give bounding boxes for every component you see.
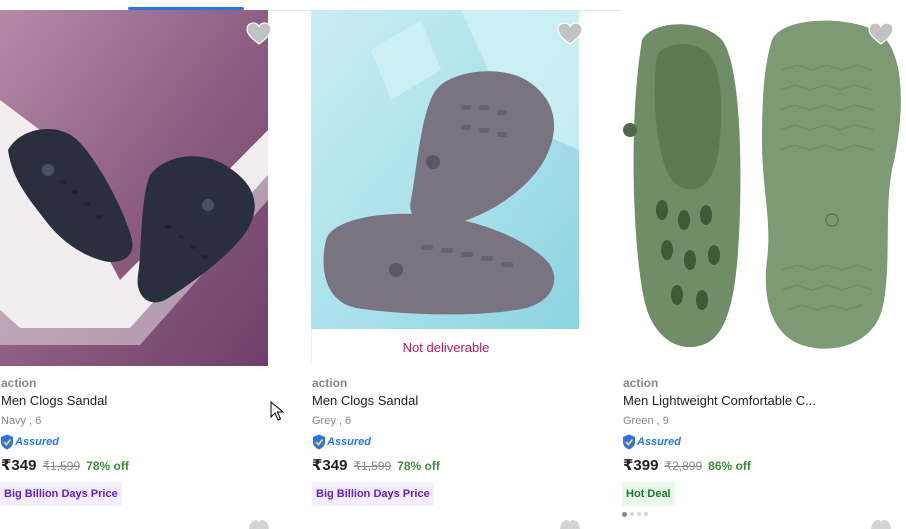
price-row: ₹399 ₹2,899 86% off [623, 456, 751, 474]
assured-shield-icon [1, 434, 13, 450]
product-grid: action Men Clogs Sandal Navy , 6 Assured… [0, 10, 906, 529]
green-clogs-image [622, 10, 906, 366]
original-price: ₹1,599 [42, 459, 81, 473]
product-title[interactable]: Men Clogs Sandal [1, 393, 285, 408]
assured-label: Assured [15, 436, 60, 448]
image-carousel-dots[interactable] [622, 512, 648, 517]
carousel-dot[interactable] [644, 512, 648, 516]
assured-badge: Assured [622, 434, 681, 450]
mouse-pointer-icon [270, 400, 285, 421]
grey-clogs-image [311, 10, 579, 329]
assured-badge: Assured [312, 434, 371, 450]
assured-label: Assured [637, 436, 682, 448]
product-image[interactable] [622, 10, 906, 366]
wishlist-heart-icon[interactable] [557, 22, 583, 46]
product-brand: action [1, 376, 37, 390]
original-price: ₹1,599 [353, 459, 392, 473]
product-brand: action [623, 376, 659, 390]
not-deliverable-label: Not deliverable [311, 329, 579, 366]
price-row: ₹349 ₹1,599 78% off [312, 456, 440, 474]
product-image[interactable]: Not deliverable [311, 10, 579, 366]
product-variant: Green , 9 [623, 415, 669, 427]
original-price: ₹2,899 [664, 459, 703, 473]
next-row-heart-icon [558, 517, 582, 529]
offer-tag: Big Billion Days Price [0, 482, 122, 506]
selling-price: ₹349 [312, 457, 348, 474]
assured-shield-icon [623, 434, 635, 450]
product-brand: action [312, 376, 348, 390]
next-row-heart-icon [247, 517, 271, 529]
selling-price: ₹349 [1, 457, 37, 474]
assured-label: Assured [327, 436, 372, 448]
product-card[interactable]: action Men Clogs Sandal Navy , 6 Assured… [0, 10, 290, 529]
next-row-heart-icon [869, 517, 893, 529]
product-card[interactable]: action Men Lightweight Comfortable C... … [622, 10, 906, 529]
carousel-dot[interactable] [622, 512, 627, 517]
product-image[interactable] [0, 10, 268, 366]
wishlist-heart-icon[interactable] [868, 22, 894, 46]
discount-percent: 78% off [397, 459, 440, 473]
price-row: ₹349 ₹1,599 78% off [1, 456, 129, 474]
wishlist-heart-icon[interactable] [246, 22, 272, 46]
navy-clogs-image [0, 10, 268, 366]
selling-price: ₹399 [623, 457, 659, 474]
product-title[interactable]: Men Clogs Sandal [312, 393, 596, 408]
product-variant: Navy , 6 [1, 415, 42, 427]
discount-percent: 86% off [708, 459, 751, 473]
assured-badge: Assured [0, 434, 59, 450]
carousel-dot[interactable] [637, 512, 641, 516]
offer-tag: Hot Deal [622, 482, 675, 506]
assured-shield-icon [313, 434, 325, 450]
product-variant: Grey , 6 [312, 415, 352, 427]
discount-percent: 78% off [86, 459, 129, 473]
product-card[interactable]: Not deliverable action Men Clogs Sandal … [311, 10, 601, 529]
product-title[interactable]: Men Lightweight Comfortable C... [623, 393, 906, 408]
offer-tag: Big Billion Days Price [312, 482, 434, 506]
carousel-dot[interactable] [630, 512, 634, 516]
